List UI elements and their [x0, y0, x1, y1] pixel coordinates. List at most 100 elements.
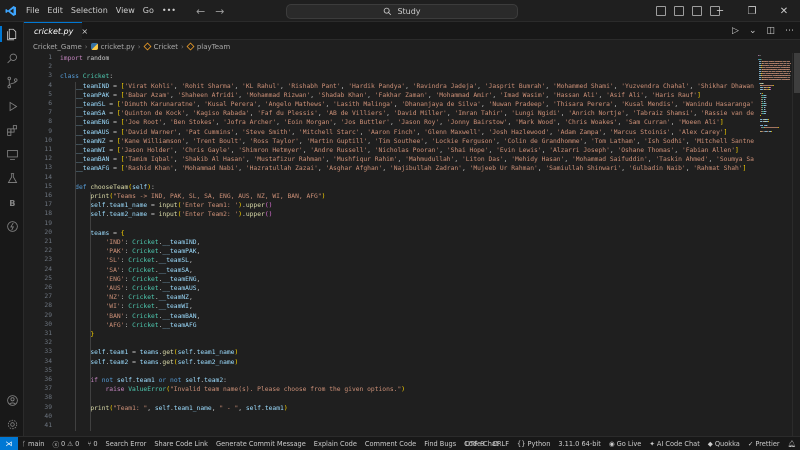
code-line[interactable]: __teamSL = ['Dimuth Karunaratne', 'Kusal… — [60, 100, 754, 109]
b-extension-icon[interactable]: B — [0, 190, 24, 214]
editor-scrollbar[interactable] — [792, 53, 800, 436]
toggle-panel-icon[interactable] — [674, 6, 684, 16]
code-line[interactable]: self.team2 = teams.get(self.team2_name) — [60, 358, 238, 367]
code-token: 'Jason Holder' — [120, 147, 174, 154]
status-explain-code[interactable]: Explain Code — [310, 440, 361, 448]
code-token: 'IND' — [105, 239, 125, 246]
status-go-live[interactable]: ◉ Go Live — [605, 440, 645, 448]
remote-explorer-icon[interactable] — [0, 142, 24, 166]
run-dropdown-icon[interactable]: ⌄ — [749, 26, 757, 36]
code-line[interactable]: 'AFG': Cricket.__teamAFG — [60, 321, 197, 330]
code-line[interactable]: 'WI': Cricket.__teamWI, — [60, 302, 193, 311]
code-line[interactable]: 'PAK': Cricket.__teamPAK, — [60, 247, 201, 256]
breadcrumb-folder[interactable]: Cricket_Game — [33, 43, 82, 51]
code-line[interactable]: __teamNZ = ['Kane Williamson', 'Trent Bo… — [60, 137, 754, 146]
account-icon[interactable] — [0, 388, 24, 412]
status-encoding[interactable]: UTF-8 — [461, 440, 488, 448]
code-line[interactable]: class Cricket: — [60, 72, 113, 81]
code-line[interactable]: __teamAUS = ['David Warner', 'Pat Cummin… — [60, 128, 727, 137]
lightning-extension-icon[interactable] — [0, 214, 24, 238]
code-line[interactable]: if not self.team1 or not self.team2: — [60, 376, 227, 385]
code-line[interactable]: 'BAN': Cricket.__teamBAN, — [60, 312, 201, 321]
run-python-file-icon[interactable]: ▷ — [732, 26, 739, 36]
code-token: () — [264, 202, 273, 210]
code-line[interactable]: self.team2_name = input('Enter Team2: ')… — [60, 210, 272, 219]
code-line[interactable]: 'NZ': Cricket.__teamNZ, — [60, 293, 193, 302]
run-debug-icon[interactable] — [0, 94, 24, 118]
menu-more[interactable]: ••• — [158, 0, 180, 22]
remote-indicator-icon[interactable]: ⋊ — [0, 436, 18, 450]
ports-indicator[interactable]: ⑂ 0 — [83, 440, 101, 448]
breadcrumb-method[interactable]: playTeam — [197, 43, 230, 51]
code-line[interactable]: __teamPAK = ['Babar Azam', 'Shaheen Afri… — [60, 91, 701, 100]
code-line[interactable]: print("Team1: ", self.team1_name, " - ",… — [60, 404, 287, 413]
chevron-right-icon: › — [181, 42, 184, 51]
problems-indicator[interactable]: ⓧ 0 ⚠ 0 — [48, 439, 83, 449]
forward-arrow-icon[interactable]: → — [215, 5, 224, 18]
search-sidebar-icon[interactable] — [0, 46, 24, 70]
status-interpreter[interactable]: 3.11.0 64-bit — [554, 440, 604, 448]
window-controls: ─ ❐ ✕ — [704, 0, 800, 22]
code-line[interactable]: 'SA': Cricket.__teamSA, — [60, 266, 193, 275]
source-control-icon[interactable] — [0, 70, 24, 94]
git-branch[interactable]: ᚴ main — [18, 440, 48, 448]
code-line[interactable]: 'SL': Cricket.__teamSL, — [60, 256, 193, 265]
code-line[interactable]: 'IND': Cricket.__teamIND, — [60, 238, 201, 247]
command-center-search[interactable]: Study — [286, 4, 518, 19]
status-quokka[interactable]: ◆ Quokka — [704, 440, 744, 448]
code-line[interactable]: 'ENG': Cricket.__teamENG, — [60, 275, 201, 284]
code-token: 'Mahmudullah' — [405, 156, 455, 164]
tab-close-icon[interactable]: × — [81, 27, 88, 36]
status-search-error[interactable]: Search Error — [102, 440, 151, 448]
code-token: 'David Miller' — [393, 110, 447, 118]
extensions-icon[interactable] — [0, 118, 24, 142]
code-line[interactable]: self.team1 = teams.get(self.team1_name) — [60, 348, 238, 357]
code-editor[interactable]: 1 2 3 4 5 6 7 8 9 10 11 12 13 14 15 16 17 18 19 20 21 22 23 24 2… — [24, 53, 754, 436]
notifications-bell-icon[interactable]: 🔔︎ — [784, 440, 800, 448]
code-line[interactable]: __teamAFG = ['Rashid Khan', 'Mohammad Na… — [60, 164, 746, 173]
code-token: __teamAFG — [162, 321, 197, 329]
code-line[interactable]: teams = { — [60, 229, 124, 238]
menu-view[interactable]: View — [112, 0, 139, 22]
more-actions-icon[interactable]: ⋯ — [785, 26, 794, 36]
toggle-primary-sidebar-icon[interactable] — [656, 6, 666, 16]
code-line[interactable]: raise ValueError("Invalid team name(s). … — [60, 385, 406, 394]
code-area[interactable]: import random class Cricket: __teamIND = … — [60, 53, 754, 436]
explorer-icon[interactable] — [0, 22, 24, 46]
menu-edit[interactable]: Edit — [43, 0, 67, 22]
code-token: , — [488, 147, 497, 154]
code-line[interactable]: 'AUS': Cricket.__teamAUS, — [60, 284, 201, 293]
menu-selection[interactable]: Selection — [67, 0, 112, 22]
close-icon[interactable]: ✕ — [768, 0, 800, 22]
settings-gear-icon[interactable] — [0, 412, 24, 436]
scrollbar-thumb[interactable] — [794, 53, 800, 93]
status-share-code-link[interactable]: Share Code Link — [150, 440, 212, 448]
status-language-mode[interactable]: {} Python — [513, 440, 554, 448]
code-line[interactable]: __teamSA = ['Quinton de Kock', 'Kagiso R… — [60, 109, 754, 118]
restore-icon[interactable]: ❐ — [736, 0, 768, 22]
toggle-secondary-sidebar-icon[interactable] — [692, 6, 702, 16]
tab-cricket-py[interactable]: cricket.py × — [24, 22, 88, 40]
code-line[interactable]: self.team1_name = input('Enter Team1: ')… — [60, 201, 272, 210]
minimize-icon[interactable]: ─ — [704, 0, 736, 22]
code-line[interactable]: print("Teams -> IND, PAK, SL, SA, ENG, A… — [60, 192, 325, 201]
code-line[interactable]: __teamWI = ['Jason Holder', 'Chris Gayle… — [60, 146, 739, 155]
testing-flask-icon[interactable] — [0, 166, 24, 190]
status-eol[interactable]: CRLF — [488, 440, 513, 448]
back-arrow-icon[interactable]: ← — [196, 5, 205, 18]
status-find-bugs[interactable]: Find Bugs — [420, 440, 460, 448]
status-prettier[interactable]: ✓ Prettier — [744, 440, 784, 448]
breadcrumb-file[interactable]: cricket.py — [101, 43, 135, 51]
status-comment-code[interactable]: Comment Code — [361, 440, 420, 448]
code-line[interactable]: __teamENG = ['Joe Root', 'Ben Stokes', '… — [60, 118, 723, 127]
menu-file[interactable]: File — [22, 0, 43, 22]
menu-go[interactable]: Go — [139, 0, 158, 22]
split-editor-icon[interactable]: ◫ — [766, 26, 775, 36]
status-ai-code-chat[interactable]: ✦ AI Code Chat — [645, 440, 703, 448]
minimap[interactable] — [756, 53, 792, 436]
status-generate-commit-message[interactable]: Generate Commit Message — [212, 440, 310, 448]
code-line[interactable]: __teamIND = ['Virat Kohli', 'Rohit Sharm… — [60, 82, 754, 91]
code-line[interactable]: __teamBAN = ['Tamim Iqbal', 'Shakib Al H… — [60, 155, 754, 164]
breadcrumb-class[interactable]: Cricket — [154, 43, 178, 51]
code-line[interactable]: import random — [60, 54, 109, 63]
